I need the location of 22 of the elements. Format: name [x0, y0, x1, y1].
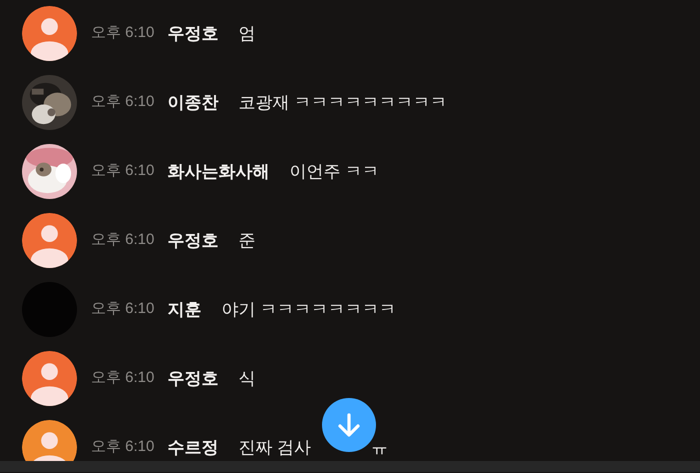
chat-message: 엄 — [238, 22, 256, 45]
chat-message: 야기 ㅋㅋㅋㅋㅋㅋㅋㅋ — [221, 298, 396, 321]
chat-message: 식 — [238, 368, 256, 390]
chat-message: 코광재 ㅋㅋㅋㅋㅋㅋㅋㅋㅋ — [238, 92, 448, 114]
author-name: 우정호 — [167, 22, 218, 45]
chat-message: 이언주 ㅋㅋ — [289, 160, 380, 183]
author-name: 수르정 — [167, 436, 218, 459]
author-name: 우정호 — [167, 230, 218, 252]
timestamp: 오후 6:10 — [91, 368, 154, 388]
author-name: 우정호 — [167, 368, 218, 390]
author-name: 지훈 — [167, 298, 202, 321]
timestamp: 오후 6:10 — [91, 23, 154, 44]
author-name: 이종찬 — [167, 92, 218, 114]
timestamp: 오후 6:10 — [91, 299, 154, 320]
chat-message: ㅠ — [371, 436, 388, 459]
author-name: 화사는화사해 — [167, 160, 270, 183]
chat-message: 진짜 검사 — [238, 436, 312, 459]
chat-message: 준 — [238, 230, 256, 252]
timestamp: 오후 6:10 — [91, 437, 154, 458]
timestamp: 오후 6:10 — [91, 92, 154, 112]
timestamp: 오후 6:10 — [91, 230, 154, 250]
timestamp: 오후 6:10 — [91, 161, 154, 182]
